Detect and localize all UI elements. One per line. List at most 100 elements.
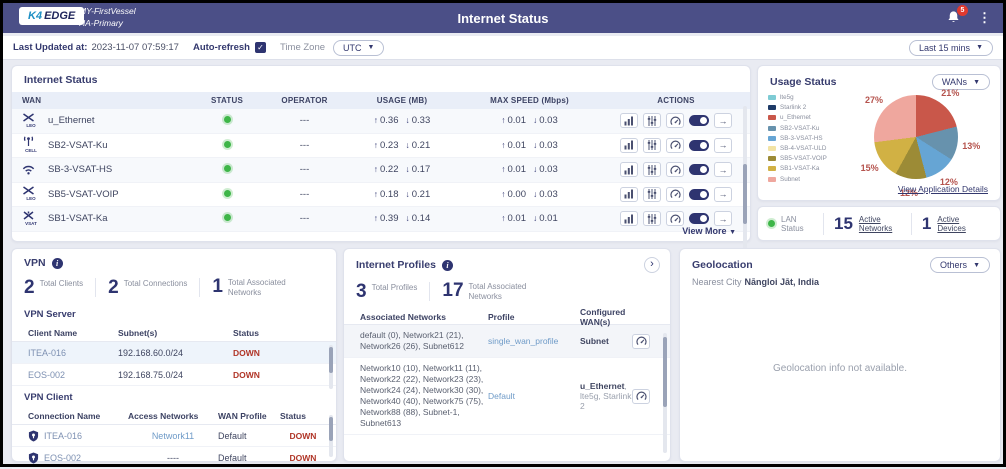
profiles-scrollbar[interactable]: [663, 333, 667, 453]
usage-pie-chart: 21%13%12%12%15%27%: [834, 88, 1002, 188]
wan-enable-toggle[interactable]: [689, 213, 709, 224]
operator-cell: ---: [262, 140, 347, 151]
configure-button[interactable]: [643, 162, 661, 177]
details-arrow-button[interactable]: →: [714, 138, 732, 153]
profile-link[interactable]: single_wan_profile: [488, 336, 580, 346]
wan-cell: SB-3-VSAT-HS: [12, 164, 192, 175]
actions-cell: →: [602, 162, 750, 177]
details-arrow-button[interactable]: →: [714, 211, 732, 226]
wan-enable-toggle[interactable]: [689, 140, 709, 151]
legend-label: SB5-VSAT-VOIP: [780, 155, 827, 162]
configure-button[interactable]: [643, 187, 661, 202]
usage-chart-button[interactable]: [620, 211, 638, 226]
details-arrow-button[interactable]: →: [714, 162, 732, 177]
legend-item: Subnet: [768, 176, 827, 183]
vpn-client-scrollbar[interactable]: [329, 415, 333, 457]
wan-enable-toggle[interactable]: [689, 164, 709, 175]
active-devices-link[interactable]: Active Devices: [937, 215, 979, 233]
legend-label: SB2-VSAT-Ku: [780, 125, 819, 132]
down-arrow-icon: ↓: [533, 115, 537, 125]
satellite-leo-icon: LEO: [22, 113, 40, 129]
legend-label: u_Ethernet: [780, 114, 811, 121]
shield-icon: [28, 430, 39, 442]
usage-status-title: Usage Status: [770, 76, 837, 88]
wan-enable-toggle[interactable]: [689, 189, 709, 200]
auto-refresh-label: Auto-refresh: [193, 42, 250, 53]
details-arrow-button[interactable]: →: [714, 187, 732, 202]
connection-name-link[interactable]: EOS-002: [44, 453, 81, 463]
vpn-server-scrollbar[interactable]: [329, 345, 333, 389]
table-header-row: Client NameSubnet(s)Status: [12, 324, 336, 342]
table-row: VSATSB1-VSAT-Ka---↑0.39↓0.14↑0.01↓0.01→: [12, 207, 750, 232]
time-range-select[interactable]: Last 15 mins▼: [909, 40, 993, 56]
legend-swatch: [768, 115, 776, 120]
pie-percent-label: 21%: [941, 88, 959, 98]
overflow-menu-button[interactable]: ⋮: [978, 10, 991, 26]
subnet-cell: 192.168.60.0/24: [118, 348, 233, 358]
configured-wans-cell: u_Ethernet, lte5g, Starlink 2: [580, 381, 632, 411]
stat-label: Total Profiles: [372, 282, 418, 293]
speed-test-button[interactable]: [666, 113, 684, 128]
pie-percent-label: 27%: [865, 95, 883, 105]
connection-name-link[interactable]: ITEA-016: [44, 431, 82, 441]
access-networks-cell[interactable]: Network11: [128, 431, 218, 441]
table-scrollbar[interactable]: [743, 106, 747, 266]
lan-status-card: LAN Status 15 Active Networks 1 Active D…: [757, 206, 1001, 241]
down-arrow-icon: ↓: [533, 140, 537, 150]
table-row: CELLSB2-VSAT-Ku---↑0.23↓0.21↑0.01↓0.03→: [12, 134, 750, 159]
time-zone-select[interactable]: UTC▼: [333, 40, 384, 56]
speed-test-button[interactable]: [666, 162, 684, 177]
expand-panel-button[interactable]: ›: [644, 257, 660, 273]
usage-chart-button[interactable]: [620, 162, 638, 177]
geolocation-select[interactable]: Others▼: [930, 257, 990, 273]
usage-chart-button[interactable]: [620, 138, 638, 153]
table-header-row: WANSTATUSOPERATORUSAGE (MB)MAX SPEED (Mb…: [12, 92, 750, 109]
view-more-button[interactable]: View More ▼: [682, 226, 736, 236]
chevron-down-icon: ▼: [368, 44, 375, 51]
profile-speed-test-button[interactable]: [632, 389, 650, 404]
vpn-client-name-link[interactable]: EOS-002: [28, 370, 118, 380]
active-networks-count: 15: [834, 214, 853, 234]
speed-test-button[interactable]: [666, 211, 684, 226]
speed-test-button[interactable]: [666, 187, 684, 202]
notifications-button[interactable]: 5: [946, 10, 962, 26]
info-icon[interactable]: i: [52, 258, 63, 269]
max-speed-cell: ↑0.01↓0.03: [457, 164, 602, 175]
configure-button[interactable]: [643, 211, 661, 226]
speed-test-button[interactable]: [666, 138, 684, 153]
wan-enable-toggle[interactable]: [689, 115, 709, 126]
lan-status-label: LAN Status: [781, 215, 813, 233]
profiles-stat: 17Total Associated Networks: [442, 281, 550, 301]
configure-button[interactable]: [643, 138, 661, 153]
connection-name-cell: ITEA-016: [28, 430, 128, 442]
usage-chart-button[interactable]: [620, 187, 638, 202]
profile-link[interactable]: Default: [488, 391, 580, 401]
legend-label: lte5g: [780, 94, 794, 101]
details-arrow-button[interactable]: →: [714, 113, 732, 128]
vpn-client-table: Connection NameAccess NetworksWAN Profil…: [12, 407, 336, 469]
status-badge: DOWN: [233, 370, 326, 380]
configure-button[interactable]: [643, 113, 661, 128]
profile-speed-test-button[interactable]: [632, 334, 650, 349]
info-icon[interactable]: i: [442, 260, 453, 271]
vpn-server-table: Client NameSubnet(s)StatusITEA-016192.16…: [12, 324, 336, 386]
stat-value: 1: [212, 277, 223, 296]
down-arrow-icon: ↓: [533, 164, 537, 174]
column-header: USAGE (MB): [347, 96, 457, 105]
lan-status-dot: [768, 220, 775, 227]
profiles-stat: 3Total Profiles: [356, 282, 430, 301]
vpn-panel: VPN i 2Total Clients2Total Connections1T…: [11, 248, 337, 462]
view-application-details-link[interactable]: View Application Details: [898, 184, 988, 194]
status-cell: [192, 164, 262, 175]
usage-chart-button[interactable]: [620, 113, 638, 128]
pie-graphic: [874, 95, 958, 179]
vpn-client-name-link[interactable]: ITEA-016: [28, 348, 118, 358]
page-title: Internet Status: [3, 11, 1003, 26]
cell-antenna-icon: CELL: [22, 136, 40, 154]
profile-row: default (0), Network21 (21), Network26 (…: [344, 325, 670, 358]
legend-swatch: [768, 177, 776, 182]
auto-refresh-checkbox[interactable]: ✓: [255, 42, 266, 53]
status-dot-green: [224, 141, 231, 148]
active-networks-link[interactable]: Active Networks: [859, 215, 901, 233]
subnet-cell: 192.168.75.0/24: [118, 370, 233, 380]
